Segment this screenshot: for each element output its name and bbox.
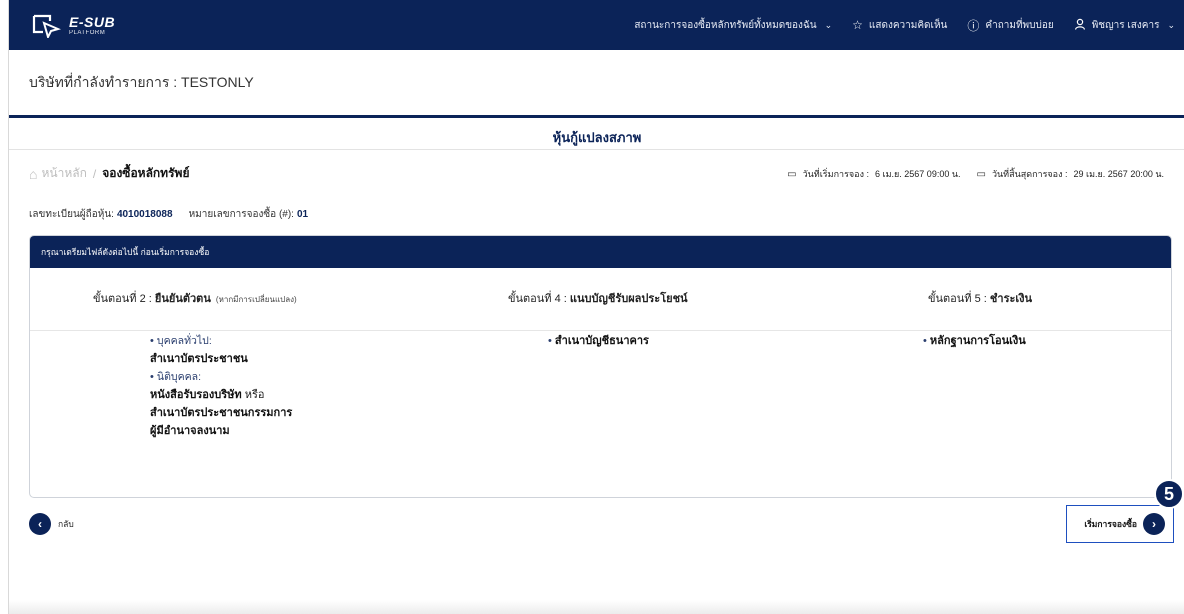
step-2-header: ขั้นตอนที่ 2 : ยืนยันตัวตน (หากมีการเปลี…	[93, 289, 297, 307]
company-banner: บริษัทที่กำลังทำรายการ : TESTONLY	[9, 50, 1184, 118]
list-item: • หลักฐานการโอนเงิน	[923, 332, 1026, 350]
step-2-documents: • บุคคลทั่วไป: สำเนาบัตรประชาชน • นิติบุ…	[150, 332, 292, 440]
nav-user-menu[interactable]: พิชญาร เสงคาร ⌄	[1074, 18, 1175, 33]
company-label: บริษัทที่กำลังทำรายการ : TESTONLY	[29, 73, 254, 90]
list-item: ผู้มีอำนาจลงนาม	[150, 422, 292, 440]
breadcrumb-separator: /	[92, 166, 97, 181]
divider	[9, 149, 1184, 150]
bullet: •	[923, 335, 930, 347]
step-4-name: แนบบัญชีรับผลประโยชน์	[569, 293, 688, 305]
subscription-dates: ▭ วันที่เริ่มการจอง : 6 เม.ย. 2567 09:00…	[771, 167, 1164, 181]
user-icon	[1074, 18, 1086, 33]
list-item: สำเนาบัตรประชาชน	[150, 350, 292, 368]
home-icon[interactable]: ⌂	[29, 166, 37, 182]
doc-company-certificate: หนังสือรับรองบริษัท	[150, 389, 242, 401]
breadcrumb: ⌂ หน้าหลัก / จองซื้อหลักทรัพย์	[29, 164, 189, 183]
nav-subscription-status-label: สถานะการจองซื้อหลักทรัพย์ทั้งหมดของฉัน	[634, 19, 817, 31]
nav-user-name: พิชญาร เสงคาร	[1091, 19, 1160, 31]
nav-feedback[interactable]: ☆ แสดงความคิดเห็น	[852, 18, 947, 33]
list-item: • บุคคลทั่วไป:	[150, 332, 292, 350]
doc-director-id-copy: สำเนาบัตรประชาชนกรรมการ	[150, 407, 293, 419]
nav-faq-label: คำถามที่พบบ่อย	[985, 19, 1054, 31]
chevron-left-icon: ‹	[29, 513, 51, 535]
chevron-right-icon: ›	[1143, 513, 1165, 535]
end-date: ▭ วันที่สิ้นสุดการจอง : 29 เม.ย. 2567 20…	[977, 167, 1165, 181]
step-5-header: ขั้นตอนที่ 5 : ชำระเงิน	[928, 289, 1032, 307]
question-circle-icon: ⓘ	[967, 18, 980, 33]
category-juristic: นิติบุคคล:	[156, 371, 201, 383]
chevron-down-icon: ⌄	[1167, 19, 1175, 30]
esub-logo[interactable]: E-SUB PLATFORM	[31, 10, 115, 40]
start-subscription-button[interactable]: เริ่มการจองซื้อ ›	[1066, 505, 1174, 543]
back-button[interactable]: ‹ กลับ	[29, 513, 74, 535]
step-headers: ขั้นตอนที่ 2 : ยืนยันตัวตน (หากมีการเปลี…	[30, 268, 1171, 331]
nav-faq[interactable]: ⓘ คำถามที่พบบ่อย	[967, 17, 1053, 34]
holder-value: 4010018088	[116, 209, 173, 220]
doc-authorized-signatory: ผู้มีอำนาจลงนาม	[150, 425, 230, 437]
logo-subtitle: PLATFORM	[69, 29, 106, 36]
top-navbar: E-SUB PLATFORM สถานะการจองซื้อหลักทรัพย์…	[9, 0, 1184, 50]
step-4-prefix: ขั้นตอนที่ 4 :	[508, 293, 567, 305]
chevron-down-icon: ⌄	[824, 19, 833, 30]
category-individual: บุคคลทั่วไป:	[156, 335, 212, 347]
step-2-note: (หากมีการเปลี่ยนแปลง)	[215, 295, 297, 304]
doc-transfer-proof: หลักฐานการโอนเงิน	[929, 335, 1026, 347]
app-frame: E-SUB PLATFORM สถานะการจองซื้อหลักทรัพย์…	[8, 0, 1184, 614]
logo-mark-icon	[32, 14, 61, 38]
list-item: • นิติบุคคล:	[150, 368, 292, 386]
nav-subscription-status[interactable]: สถานะการจองซื้อหลักทรัพย์ทั้งหมดของฉัน ⌄	[634, 18, 832, 33]
doc-id-card-copy: สำเนาบัตรประชาชน	[150, 353, 248, 365]
nav-feedback-label: แสดงความคิดเห็น	[868, 19, 948, 31]
end-date-label: วันที่สิ้นสุดการจอง :	[991, 169, 1068, 179]
list-item: หนังสือรับรองบริษัท หรือ	[150, 386, 292, 404]
breadcrumb-home[interactable]: หน้าหลัก	[41, 164, 86, 183]
panel-header: กรุณาเตรียมไฟล์ดังต่อไปนี้ ก่อนเริ่มการจ…	[30, 236, 1171, 268]
list-item: สำเนาบัตรประชาชนกรรมการ	[150, 404, 292, 422]
start-date: ▭ วันที่เริ่มการจอง : 6 เม.ย. 2567 09:00…	[787, 167, 960, 181]
top-nav-menu: สถานะการจองซื้อหลักทรัพย์ทั้งหมดของฉัน ⌄…	[614, 0, 1175, 50]
step-5-name: ชำระเงิน	[989, 293, 1033, 305]
holder-label: เลขทะเบียนผู้ถือหุ้น:	[29, 209, 114, 220]
step-4-header: ขั้นตอนที่ 4 : แนบบัญชีรับผลประโยชน์	[508, 289, 688, 307]
bullet: •	[150, 335, 157, 347]
list-item: • สำเนาบัญชีธนาคาร	[548, 332, 649, 350]
calendar-icon: ▭	[976, 168, 986, 180]
start-date-value: 6 เม.ย. 2567 09:00 น.	[875, 169, 961, 179]
back-button-label: กลับ	[58, 519, 74, 529]
footer-shadow	[9, 600, 1184, 614]
end-date-value: 29 เม.ย. 2567 20:00 น.	[1073, 169, 1165, 179]
subscription-number-value: 01	[296, 209, 309, 220]
bullet: •	[548, 335, 555, 347]
doc-bank-book-copy: สำเนาบัญชีธนาคาร	[554, 335, 649, 347]
subscription-number-label: หมายเลขการจองซื้อ (#):	[188, 209, 294, 220]
step-2-name: ยืนยันตัวตน	[154, 293, 211, 305]
step-number-badge: 5	[1154, 479, 1184, 509]
calendar-icon: ▭	[787, 168, 797, 180]
bullet: •	[150, 371, 157, 383]
step-2-prefix: ขั้นตอนที่ 2 :	[93, 293, 152, 305]
step-5-prefix: ขั้นตอนที่ 5 :	[928, 293, 987, 305]
conjunction-or: หรือ	[241, 389, 265, 401]
logo-title: E-SUB	[69, 13, 116, 30]
step-4-documents: • สำเนาบัญชีธนาคาร	[548, 332, 649, 350]
page-title: หุ้นกู้แปลงสภาพ	[552, 130, 642, 145]
star-icon: ☆	[852, 18, 863, 32]
breadcrumb-current: จองซื้อหลักทรัพย์	[102, 166, 190, 180]
start-subscription-label: เริ่มการจองซื้อ	[1084, 519, 1137, 529]
step-5-documents: • หลักฐานการโอนเงิน	[923, 332, 1026, 350]
account-info: เลขทะเบียนผู้ถือหุ้น: 4010018088 หมายเลข…	[29, 207, 308, 222]
start-date-label: วันที่เริ่มการจอง :	[802, 169, 869, 179]
logo-text: E-SUB PLATFORM	[69, 15, 115, 36]
required-documents-panel: กรุณาเตรียมไฟล์ดังต่อไปนี้ ก่อนเริ่มการจ…	[29, 235, 1172, 498]
